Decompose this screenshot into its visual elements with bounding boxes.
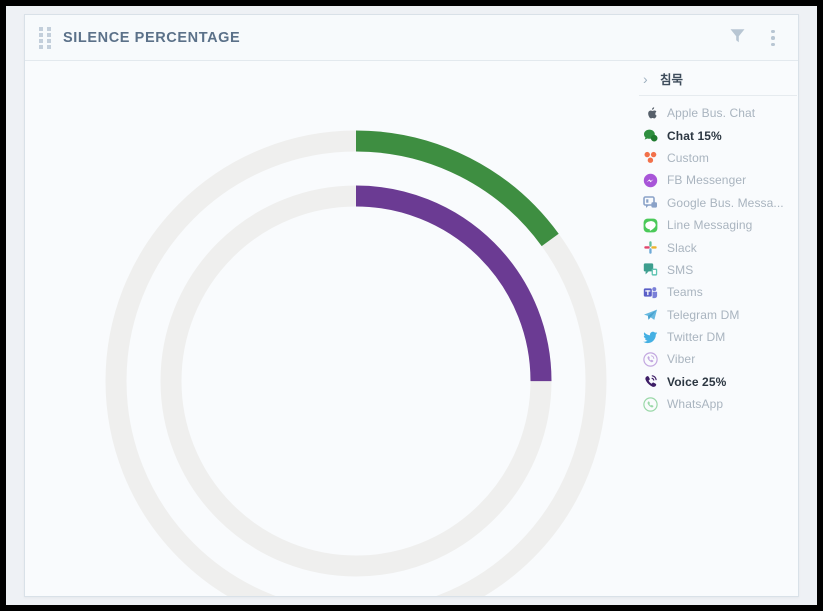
widget-header: SILENCE PERCENTAGE — [25, 15, 798, 61]
kebab-menu-icon — [765, 28, 781, 48]
chevron-right-icon: › — [643, 70, 648, 87]
legend-item[interactable]: Google Bus. Messa... — [643, 192, 797, 214]
legend-item[interactable]: Line Messaging — [643, 214, 797, 236]
line-messaging-icon — [643, 218, 658, 233]
kebab-dot — [771, 29, 775, 34]
legend-item[interactable]: Chat 15% — [643, 124, 797, 146]
legend-item-list: Apple Bus. Chat Chat 15% Custom FB Messe… — [639, 96, 797, 415]
legend-item[interactable]: Teams — [643, 281, 797, 303]
kebab-dot — [771, 42, 775, 47]
drag-dot — [39, 26, 43, 31]
twitter-icon — [643, 330, 658, 345]
kebab-dot — [771, 36, 775, 40]
google-business-icon — [643, 195, 658, 210]
legend-item-label: Twitter DM — [667, 330, 726, 345]
drag-dot — [47, 26, 51, 31]
widget-header-actions — [720, 15, 790, 61]
chat-bubble-icon — [643, 128, 658, 143]
drag-dot — [47, 38, 51, 43]
legend-item-label: Line Messaging — [667, 218, 753, 233]
drag-dot — [39, 32, 43, 37]
legend-item-label: Google Bus. Messa... — [667, 195, 784, 210]
legend-item[interactable]: Telegram DM — [643, 304, 797, 326]
legend-group-label: 침묵 — [660, 73, 684, 87]
legend-item[interactable]: Twitter DM — [643, 326, 797, 348]
legend-item[interactable]: SMS — [643, 259, 797, 281]
legend-item-label: WhatsApp — [667, 397, 724, 412]
viber-icon — [643, 352, 658, 367]
custom-dots-icon — [643, 150, 658, 165]
teams-icon — [643, 285, 658, 300]
legend-item-label: Teams — [667, 285, 703, 300]
drag-dot — [47, 44, 51, 49]
legend-item-label: Viber — [667, 352, 696, 367]
silence-percentage-chart — [25, 61, 645, 596]
legend-item-label: SMS — [667, 262, 694, 277]
more-options-button[interactable] — [756, 21, 790, 55]
window-frame: SILENCE PERCENTAGE › 침묵 Apple Bus. Chat … — [0, 0, 823, 611]
widget-title: SILENCE PERCENTAGE — [63, 29, 241, 46]
filter-button[interactable] — [720, 21, 754, 55]
legend-item[interactable]: FB Messenger — [643, 169, 797, 191]
legend-group-header[interactable]: › 침묵 — [639, 65, 797, 96]
legend-item-label: Custom — [667, 150, 709, 165]
apple-icon — [643, 106, 658, 121]
legend-item-label: Voice 25% — [667, 374, 727, 389]
legend-item[interactable]: Voice 25% — [643, 371, 797, 393]
drag-dot — [47, 32, 51, 37]
sms-icon — [643, 262, 658, 277]
slack-icon — [643, 240, 658, 255]
donut-chart-svg — [105, 130, 607, 596]
legend-item[interactable]: Apple Bus. Chat — [643, 102, 797, 124]
legend-item[interactable]: Viber — [643, 348, 797, 370]
legend-item-label: FB Messenger — [667, 173, 747, 188]
silence-percentage-widget: SILENCE PERCENTAGE › 침묵 Apple Bus. Chat … — [24, 14, 799, 597]
legend-item-label: Slack — [667, 240, 697, 255]
drag-dot — [39, 38, 43, 43]
legend-item-label: Telegram DM — [667, 307, 740, 322]
legend-item[interactable]: WhatsApp — [643, 393, 797, 415]
legend-item-label: Chat 15% — [667, 128, 722, 143]
legend-item[interactable]: Slack — [643, 236, 797, 258]
fb-messenger-icon — [643, 173, 658, 188]
drag-dot — [39, 44, 43, 49]
filter-icon — [729, 27, 746, 49]
voice-phone-icon — [643, 374, 658, 389]
chart-legend: › 침묵 Apple Bus. Chat Chat 15% Custom FB … — [639, 65, 797, 596]
legend-item-label: Apple Bus. Chat — [667, 106, 756, 121]
legend-item[interactable]: Custom — [643, 147, 797, 169]
telegram-icon — [643, 307, 658, 322]
drag-handle-icon[interactable] — [39, 26, 53, 49]
widget-body: › 침묵 Apple Bus. Chat Chat 15% Custom FB … — [25, 61, 798, 596]
whatsapp-icon — [643, 397, 658, 412]
